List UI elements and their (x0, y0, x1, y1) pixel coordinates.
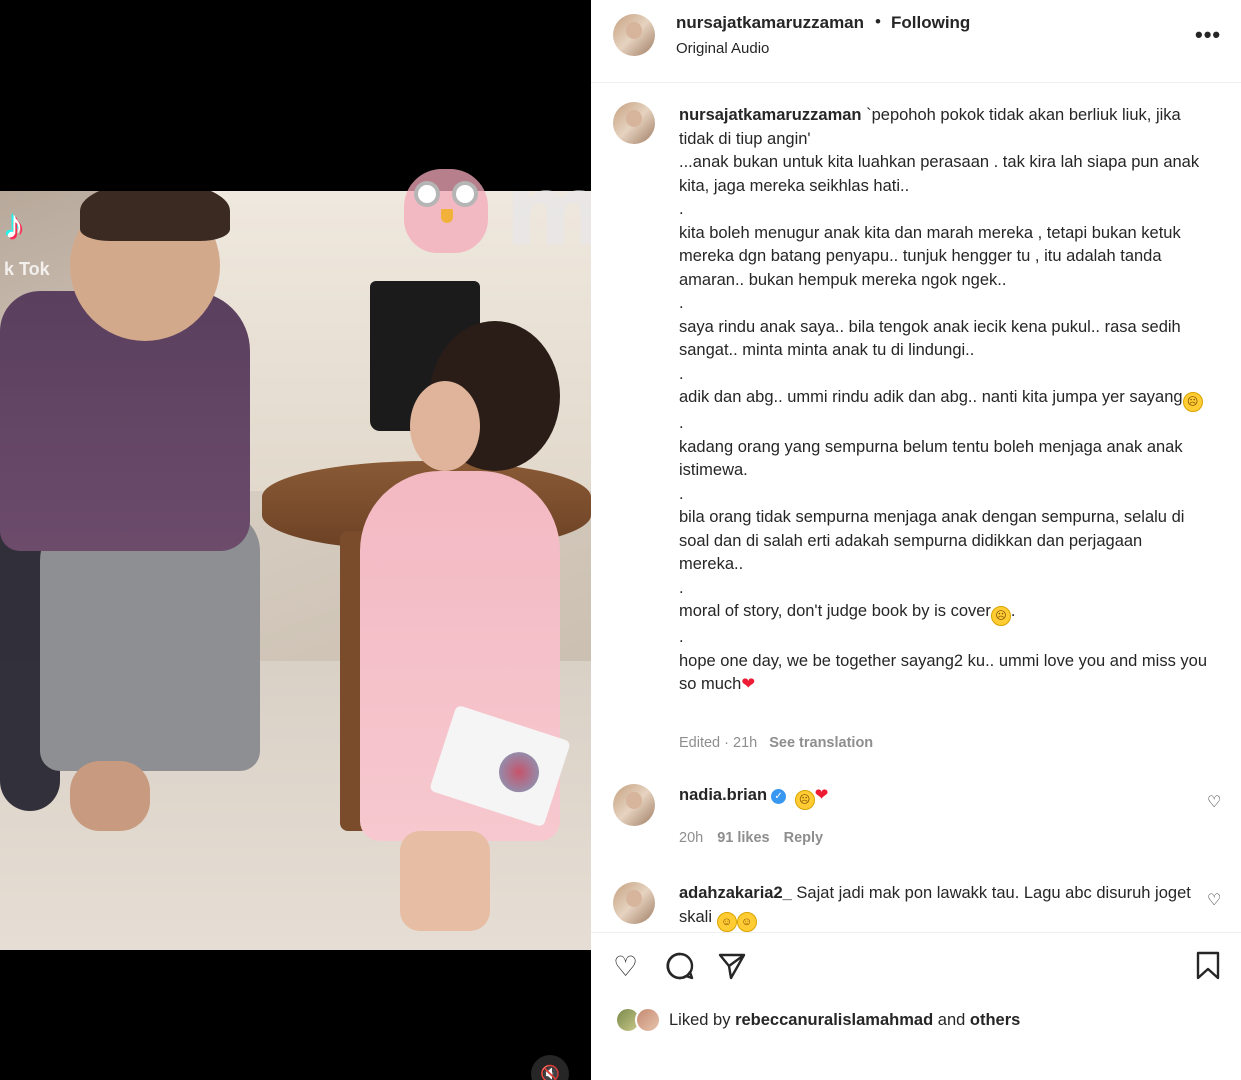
tiktok-logo-icon: ♪ (4, 203, 24, 247)
liked-by-text: Liked by rebeccanuralislamahmad and othe… (669, 1011, 1021, 1029)
comment-likes[interactable]: 91 likes (717, 830, 769, 846)
verified-badge-icon: ✓ (771, 789, 787, 804)
owl-eye-left (414, 181, 440, 207)
sad-face-emoji-icon: ☹ (794, 790, 815, 810)
owl-beak (441, 209, 453, 223)
liked-by-others[interactable]: others (970, 1011, 1020, 1029)
see-translation-link[interactable]: See translation (769, 735, 873, 751)
caption-line: . (679, 294, 684, 312)
caption-line: . (679, 364, 684, 383)
caption-line: . (679, 578, 684, 597)
reply-button[interactable]: Reply (784, 830, 824, 846)
sad-face-emoji-icon: ☹ (1182, 392, 1203, 412)
post-details-panel: nursajatkamaruzzaman • Following Origina… (591, 0, 1241, 1080)
commenter-avatar[interactable] (613, 784, 655, 826)
owl-eye-right (452, 181, 478, 207)
comment-bubble-icon[interactable] (665, 951, 695, 988)
audio-label[interactable]: Original Audio (676, 40, 769, 57)
mute-button[interactable]: 🔇 (531, 1055, 569, 1080)
tears-of-joy-emoji-icon: ☺ (736, 911, 757, 932)
post-actions: ♡ Liked by rebeccanuralislamahmad and ot… (591, 932, 1241, 1080)
more-options-icon[interactable]: ••• (1195, 22, 1221, 48)
owl-logo-icon (404, 169, 488, 253)
liked-by-username[interactable]: rebeccanuralislamahmad (735, 1011, 933, 1029)
header-separator: • (875, 12, 881, 31)
caption-line: kadang orang yang sempurna belum tentu b… (679, 437, 1188, 480)
author-avatar[interactable] (613, 14, 655, 56)
crying-face-emoji-icon: ☹ (990, 606, 1011, 626)
caption-line: hope one day, we be together sayang2 ku.… (679, 651, 1212, 694)
author-username[interactable]: nursajatkamaruzzaman (676, 13, 864, 33)
liked-by-avatars[interactable] (615, 1007, 665, 1035)
caption-line: moral of story, don't judge book by is c… (679, 600, 1209, 626)
red-heart-emoji-icon: ❤ (741, 675, 756, 693)
red-heart-emoji-icon: ❤ (814, 786, 829, 804)
post-caption: nursajatkamaruzzaman `pepohoh pokok tida… (679, 104, 1209, 697)
caption-line: . (679, 484, 684, 503)
caption-line: kita boleh menugur anak kita dan marah m… (679, 223, 1186, 289)
video-girl-face (410, 381, 480, 471)
caption-author-avatar[interactable] (613, 102, 655, 144)
caption-meta: Edited · 21h See translation (679, 735, 873, 751)
comment-text: nadia.brian ✓ ☹ ❤ (679, 784, 1199, 810)
tiktok-label: k Tok (4, 259, 50, 279)
post-media[interactable]: ♪ k Tok muroi 🔇 (0, 0, 591, 1080)
comments-section[interactable]: nursajatkamaruzzaman `pepohoh pokok tida… (591, 84, 1241, 932)
comment-like-heart-icon[interactable]: ♡ (1207, 890, 1221, 910)
watermark-text: muroi (505, 155, 591, 267)
site-watermark: muroi (400, 155, 591, 267)
video-card-graphic (493, 746, 545, 798)
tiktok-watermark: ♪ k Tok (4, 203, 144, 283)
bookmark-icon[interactable] (1195, 951, 1221, 988)
caption-line: adik dan abg.. ummi rindu adik dan abg..… (679, 386, 1209, 412)
comment-meta: 20h 91 likes Reply (679, 830, 837, 846)
video-frame[interactable]: ♪ k Tok (0, 191, 591, 950)
comment-item: nadia.brian ✓ ☹ ❤ 20h 91 likes Reply ♡ (591, 784, 1241, 874)
comment-item: adahzakaria2_ Sajat jadi mak pon lawakk … (591, 882, 1241, 932)
commenter-username[interactable]: nadia.brian (679, 786, 767, 804)
caption-line: . (679, 414, 684, 432)
comment-time: 20h (679, 830, 704, 846)
heart-icon[interactable]: ♡ (613, 951, 638, 983)
caption-line: saya rindu anak saya.. bila tengok anak … (679, 317, 1186, 360)
commenter-username[interactable]: adahzakaria2_ (679, 884, 792, 902)
video-girl-legs (400, 831, 490, 931)
caption-line: ...anak bukan untuk kita luahkan perasaa… (679, 153, 1204, 195)
post-header: nursajatkamaruzzaman • Following Origina… (591, 0, 1241, 83)
commenter-avatar[interactable] (613, 882, 655, 924)
avatar (635, 1007, 661, 1033)
caption-line: . (679, 628, 684, 646)
caption-line: bila orang tidak sempurna menjaga anak d… (679, 508, 1190, 573)
following-button[interactable]: Following (891, 13, 970, 33)
caption-line: . (679, 200, 684, 218)
caption-line: nursajatkamaruzzaman `pepohoh pokok tida… (679, 106, 1186, 148)
send-icon[interactable] (717, 951, 747, 988)
speaker-muted-icon: 🔇 (540, 1066, 560, 1080)
caption-edited-time: Edited · 21h (679, 735, 758, 751)
comment-like-heart-icon[interactable]: ♡ (1207, 792, 1221, 812)
comment-text: adahzakaria2_ Sajat jadi mak pon lawakk … (679, 882, 1199, 932)
tears-of-joy-emoji-icon: ☺ (716, 911, 737, 932)
caption-username[interactable]: nursajatkamaruzzaman (679, 106, 862, 124)
video-woman-feet (70, 761, 150, 831)
